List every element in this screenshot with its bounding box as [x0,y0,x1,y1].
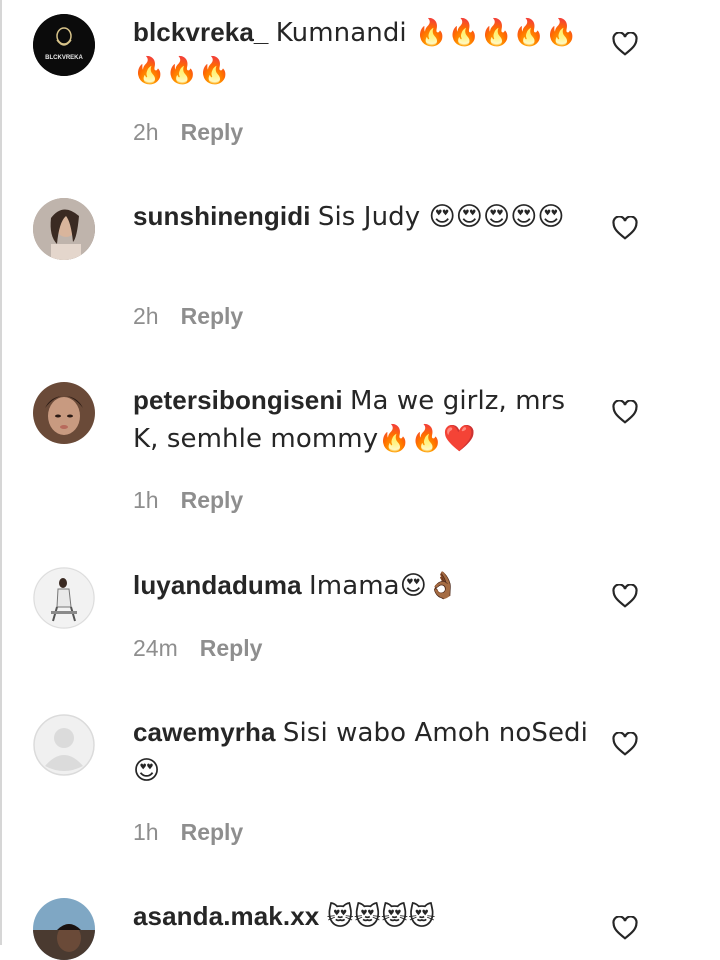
timestamp: 1h [133,819,159,845]
like-heart-icon[interactable] [612,32,638,56]
comment-meta: 24m Reply [133,635,262,662]
comment-meta: 1h Reply [133,819,243,846]
comment-body: 😻😻😻😻 [326,902,436,932]
username-link[interactable]: asanda.mak.xx [133,901,319,931]
like-heart-icon[interactable] [612,216,638,240]
timestamp: 2h [133,303,159,329]
username-link[interactable]: petersibongiseni [133,385,343,415]
username-link[interactable]: cawemyrha [133,717,276,747]
reply-button[interactable]: Reply [200,635,263,661]
username-link[interactable]: luyandaduma [133,570,302,600]
comment-text: sunshinengidi Sis Judy 😍😍😍😍😍 [133,198,588,236]
timestamp: 24m [133,635,178,661]
timestamp: 1h [133,487,159,513]
avatar[interactable] [33,198,95,260]
like-heart-icon[interactable] [612,400,638,424]
username-link[interactable]: sunshinengidi [133,201,311,231]
comment-text: petersibongiseni Ma we girlz, mrs K, sem… [133,382,588,458]
username-link[interactable]: blckvreka_ [133,17,268,47]
comment-text: asanda.mak.xx 😻😻😻😻 [133,898,588,936]
reply-button[interactable]: Reply [181,819,244,845]
avatar[interactable] [33,898,95,960]
comment-meta: 2h Reply [133,119,243,146]
reply-button[interactable]: Reply [181,487,244,513]
default-avatar-icon [33,714,95,776]
left-edge-divider [0,0,2,945]
like-heart-icon[interactable] [612,584,638,608]
comment-text: blckvreka_ Kumnandi 🔥🔥🔥🔥🔥🔥🔥🔥 [133,14,588,90]
comment-body: Imama😍👌🏾 [309,571,460,601]
avatar[interactable] [33,382,95,444]
avatar-logo-text: BLCKVREKA [45,55,83,61]
reply-button[interactable]: Reply [181,303,244,329]
comment-text: luyandaduma Imama😍👌🏾 [133,567,588,605]
comment-text: cawemyrha Sisi wabo Amoh noSedi 😍 [133,714,588,790]
like-heart-icon[interactable] [612,732,638,756]
avatar[interactable]: BLCKVREKA [33,14,95,76]
reply-button[interactable]: Reply [181,119,244,145]
comment-meta: 1h Reply [133,487,243,514]
comment-meta: 2h Reply [133,303,243,330]
like-heart-icon[interactable] [612,916,638,940]
comment-body: Sis Judy 😍😍😍😍😍 [317,202,565,232]
avatar[interactable] [33,714,95,776]
timestamp: 2h [133,119,159,145]
avatar[interactable] [33,567,95,629]
